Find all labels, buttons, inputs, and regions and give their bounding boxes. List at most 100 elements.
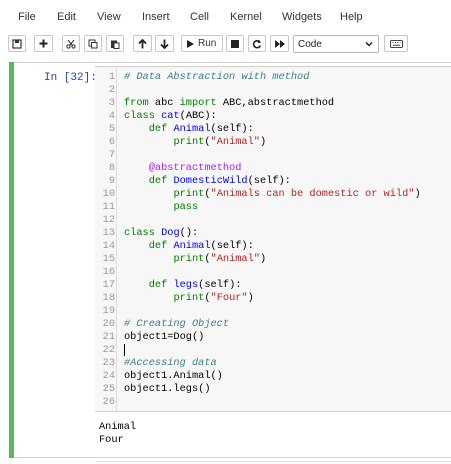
code-line: 14 def Animal(self): <box>95 240 451 253</box>
cut-button[interactable] <box>62 35 80 52</box>
code-token: print <box>173 136 205 148</box>
line-number: 18 <box>102 292 115 304</box>
code-token: Dog <box>161 227 180 239</box>
code-token: DomesticWild <box>173 175 248 187</box>
code-token: Animal <box>173 240 211 252</box>
code-token: "Four" <box>210 292 248 304</box>
menu-help[interactable]: Help <box>340 11 363 23</box>
line-number: 13 <box>102 227 115 239</box>
code-token: def <box>148 123 168 135</box>
line-number: 21 <box>102 331 115 343</box>
text-cursor <box>124 344 125 356</box>
code-line: 20 # Creating Object <box>95 318 451 331</box>
code-line: 11 pass <box>95 201 451 214</box>
copy-icon <box>88 39 98 48</box>
save-icon <box>12 38 22 49</box>
line-number: 25 <box>102 383 115 395</box>
move-up-button[interactable] <box>133 35 152 52</box>
line-number: 15 <box>102 253 115 265</box>
interrupt-button[interactable] <box>226 35 244 52</box>
code-line: 23 #Accessing data <box>95 357 451 370</box>
menu-kernel[interactable]: Kernel <box>230 11 262 23</box>
line-number: 10 <box>102 188 115 200</box>
code-text: def Animal(self): <box>124 240 254 253</box>
menu-widgets[interactable]: Widgets <box>282 11 322 23</box>
code-token: pass <box>173 201 199 213</box>
line-number: 9 <box>108 175 115 187</box>
fast-forward-icon <box>274 39 285 48</box>
code-line: 17 def legs(self): <box>95 279 451 292</box>
code-token: ) <box>259 253 267 265</box>
menu-file[interactable]: File <box>18 11 36 23</box>
code-token: def <box>148 175 168 187</box>
code-text: print("Animal") <box>124 136 266 149</box>
code-line: 6 print("Animal") <box>95 136 451 149</box>
code-text: pass <box>124 201 198 214</box>
code-token: "Animal" <box>210 136 260 148</box>
code-text: def Animal(self): <box>124 123 254 136</box>
code-token: (self): <box>210 123 254 135</box>
code-token: (ABC): <box>179 110 217 122</box>
cell-type-select[interactable]: Code <box>293 35 379 53</box>
code-line: 9 def DomesticWild(self): <box>95 175 451 188</box>
code-token: import <box>179 97 217 109</box>
code-line: 25 object1.legs() <box>95 383 451 396</box>
line-number: 12 <box>102 214 115 226</box>
menu-edit[interactable]: Edit <box>57 11 76 23</box>
line-number: 22 <box>102 344 115 356</box>
add-cell-button[interactable] <box>34 35 53 52</box>
code-token: (self): <box>198 279 242 291</box>
code-text: @abstractmethod <box>124 162 242 175</box>
code-token: ) <box>414 188 421 200</box>
code-line: 15 print("Animal") <box>95 253 451 266</box>
restart-button[interactable] <box>248 35 266 52</box>
command-palette-button[interactable] <box>384 35 408 52</box>
line-number: 14 <box>102 240 115 252</box>
line-number: 11 <box>102 201 115 213</box>
code-text: class Dog(): <box>124 227 198 240</box>
code-text: from abc import ABC,abstractmethod <box>124 97 334 110</box>
menu-cell[interactable]: Cell <box>190 11 209 23</box>
code-token: object1=Dog() <box>124 331 205 343</box>
code-line: 26 <box>95 396 451 409</box>
code-text: #Accessing data <box>124 357 217 370</box>
cell-type-value: Code <box>298 39 322 50</box>
next-cell-edge <box>96 461 451 462</box>
cut-icon <box>66 39 76 49</box>
line-number: 8 <box>108 162 115 174</box>
code-line: 3 from abc import ABC,abstractmethod <box>95 97 451 110</box>
restart-run-all-button[interactable] <box>270 35 289 52</box>
menu-view[interactable]: View <box>97 11 121 23</box>
code-token: (self): <box>210 240 254 252</box>
code-token: (self): <box>247 175 291 187</box>
code-text: print("Four") <box>124 292 253 305</box>
line-number: 20 <box>102 318 115 330</box>
code-token: #Accessing data <box>124 357 217 369</box>
copy-button[interactable] <box>84 35 102 52</box>
run-label: Run <box>198 38 217 49</box>
menu-insert[interactable]: Insert <box>142 11 170 23</box>
cell-selection-bar <box>9 62 14 458</box>
code-line: 8 @abstractmethod <box>95 162 451 175</box>
code-token: legs <box>173 279 199 291</box>
code-token: object1.legs() <box>124 383 211 395</box>
move-up-icon <box>138 38 147 48</box>
run-button[interactable]: Run <box>181 35 223 52</box>
line-number: 24 <box>102 370 115 382</box>
code-line: 12 <box>95 214 451 227</box>
code-token: "Animals can be domestic or wild" <box>210 188 415 200</box>
paste-button[interactable] <box>106 35 124 52</box>
code-line: 10 print("Animals can be domestic or wil… <box>95 188 451 201</box>
code-token: print <box>173 253 205 265</box>
code-text: print("Animal") <box>124 253 266 266</box>
save-button[interactable] <box>8 35 26 52</box>
move-down-button[interactable] <box>155 35 174 52</box>
